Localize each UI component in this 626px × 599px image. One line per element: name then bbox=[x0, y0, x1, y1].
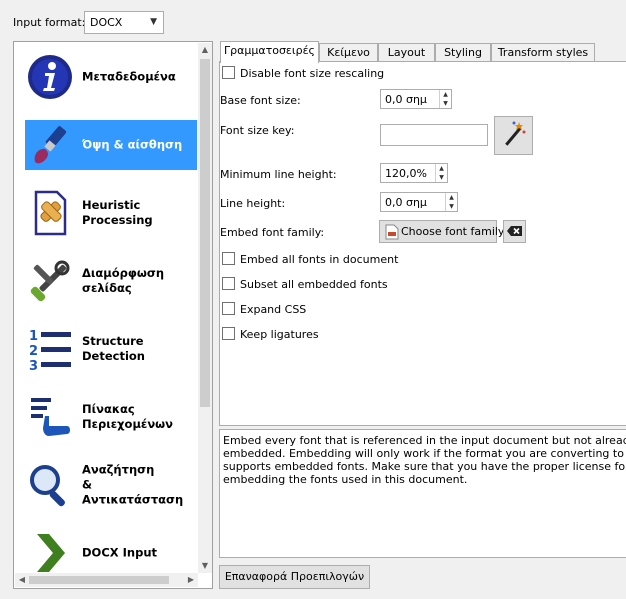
chevron-right-icon bbox=[37, 534, 65, 572]
scroll-up-icon[interactable]: ▲ bbox=[198, 43, 212, 57]
line-height-spinbox[interactable]: 0,0 σημ ▲ ▼ bbox=[380, 192, 458, 212]
min-line-height-value: 120,0% bbox=[385, 167, 427, 180]
choose-font-family-button[interactable]: Choose font family bbox=[379, 220, 504, 243]
sidebar-item-label: Πίνακας Περιεχομένων bbox=[82, 402, 173, 431]
sidebar-item-label: Heuristic Processing bbox=[82, 198, 153, 227]
chevron-down-icon: ▼ bbox=[150, 17, 157, 27]
sidebar-item-label: Όψη & αίσθηση bbox=[82, 137, 183, 152]
scroll-right-icon[interactable]: ▶ bbox=[184, 573, 198, 587]
sidebar-item-metadata[interactable]: Μεταδεδομένα bbox=[25, 52, 197, 102]
tab-fonts[interactable]: Γραμματοσειρές bbox=[220, 41, 319, 63]
subset-fonts-checkbox[interactable] bbox=[222, 277, 235, 290]
tools-icon bbox=[30, 260, 70, 302]
input-format-value: DOCX bbox=[90, 16, 123, 29]
scroll-left-icon[interactable]: ◀ bbox=[15, 573, 29, 587]
input-format-select[interactable]: DOCX ▼ bbox=[84, 11, 164, 34]
toc-hand-icon bbox=[31, 398, 70, 436]
disable-rescaling-label: Disable font size rescaling bbox=[240, 67, 385, 80]
disable-rescaling-checkbox[interactable] bbox=[222, 66, 235, 79]
help-description-text: Embed every font that is referenced in t… bbox=[223, 434, 626, 486]
expand-css-label: Expand CSS bbox=[240, 303, 307, 316]
sidebar-item-heuristic-processing[interactable]: Heuristic Processing bbox=[25, 188, 197, 238]
embed-all-fonts-label: Embed all fonts in document bbox=[240, 253, 399, 266]
magnifier-icon bbox=[30, 465, 65, 507]
embed-all-fonts-checkbox[interactable] bbox=[222, 252, 235, 265]
restore-defaults-button[interactable]: Επαναφορά Προεπιλογών bbox=[219, 565, 370, 589]
sidebar-item-label: Διαμόρφωση σελίδας bbox=[82, 266, 165, 295]
font-file-icon bbox=[385, 224, 399, 240]
line-height-label: Line height: bbox=[220, 197, 286, 210]
spin-up-icon[interactable]: ▲ bbox=[440, 90, 451, 99]
scroll-down-icon[interactable]: ▼ bbox=[198, 559, 212, 573]
base-font-size-label: Base font size: bbox=[220, 94, 301, 107]
min-line-height-label: Minimum line height: bbox=[220, 168, 337, 181]
sidebar-item-label: Μεταδεδομένα bbox=[82, 69, 176, 84]
tab-styling[interactable]: Styling bbox=[435, 43, 491, 62]
font-size-key-input[interactable] bbox=[380, 124, 488, 146]
sidebar-item-label: Αναζήτηση & Αντικατάσταση bbox=[82, 462, 184, 507]
sidebar-item-structure-detection[interactable]: 1 2 3 Structure Detection bbox=[25, 324, 197, 374]
spin-up-icon[interactable]: ▲ bbox=[446, 193, 457, 202]
sidebar-vertical-scrollbar[interactable]: ▲ ▼ bbox=[198, 43, 212, 573]
magic-wand-icon bbox=[505, 121, 526, 146]
font-size-key-label: Font size key: bbox=[220, 124, 295, 137]
help-description-box: Embed every font that is referenced in t… bbox=[219, 429, 626, 558]
scroll-thumb[interactable] bbox=[200, 59, 210, 407]
choose-font-family-label: Choose font family bbox=[401, 225, 505, 238]
font-size-wizard-button[interactable] bbox=[494, 116, 533, 155]
svg-text:1: 1 bbox=[29, 329, 38, 344]
info-icon bbox=[28, 55, 72, 99]
expand-css-checkbox[interactable] bbox=[222, 302, 235, 315]
base-font-size-value: 0,0 σημ bbox=[385, 93, 427, 106]
svg-text:2: 2 bbox=[29, 344, 38, 359]
clear-icon bbox=[507, 226, 522, 236]
fonts-tab-panel: Disable font size rescaling Base font si… bbox=[219, 61, 626, 426]
sidebar: Μεταδεδομένα Όψη & αίσθηση Heuristic Pro… bbox=[13, 41, 213, 589]
tab-layout[interactable]: Layout bbox=[378, 43, 435, 62]
numbered-list-icon: 1 2 3 bbox=[29, 329, 71, 372]
embed-font-family-label: Embed font family: bbox=[220, 226, 325, 239]
sidebar-item-search-replace[interactable]: Αναζήτηση & Αντικατάσταση bbox=[25, 460, 197, 510]
sidebar-item-table-of-contents[interactable]: Πίνακας Περιεχομένων bbox=[25, 392, 197, 442]
min-line-height-spinbox[interactable]: 120,0% ▲ ▼ bbox=[380, 163, 448, 183]
subset-fonts-label: Subset all embedded fonts bbox=[240, 278, 388, 291]
sidebar-item-docx-input[interactable]: DOCX Input bbox=[25, 528, 197, 578]
spin-down-icon[interactable]: ▼ bbox=[436, 173, 447, 182]
scroll-thumb[interactable] bbox=[29, 576, 169, 584]
line-height-value: 0,0 σημ bbox=[385, 196, 427, 209]
clear-font-family-button[interactable] bbox=[503, 220, 526, 243]
input-format-label: Input format: bbox=[13, 16, 86, 29]
spin-up-icon[interactable]: ▲ bbox=[436, 164, 447, 173]
sidebar-horizontal-scrollbar[interactable]: ◀ ▶ bbox=[15, 573, 198, 587]
paintbrush-icon bbox=[34, 126, 67, 164]
svg-text:3: 3 bbox=[29, 359, 38, 372]
tab-transform-styles[interactable]: Transform styles bbox=[491, 43, 595, 62]
sidebar-item-label: Structure Detection bbox=[82, 334, 145, 363]
base-font-size-spinbox[interactable]: 0,0 σημ ▲ ▼ bbox=[380, 89, 452, 109]
sidebar-item-label: DOCX Input bbox=[82, 545, 158, 560]
keep-ligatures-checkbox[interactable] bbox=[222, 327, 235, 340]
document-bandage-icon bbox=[34, 190, 67, 236]
keep-ligatures-label: Keep ligatures bbox=[240, 328, 319, 341]
sidebar-item-look-and-feel[interactable]: Όψη & αίσθηση bbox=[25, 120, 197, 170]
spin-down-icon[interactable]: ▼ bbox=[446, 202, 457, 211]
sidebar-item-page-setup[interactable]: Διαμόρφωση σελίδας bbox=[25, 256, 197, 306]
tab-text[interactable]: Κείμενο bbox=[319, 43, 378, 62]
spin-down-icon[interactable]: ▼ bbox=[440, 99, 451, 108]
